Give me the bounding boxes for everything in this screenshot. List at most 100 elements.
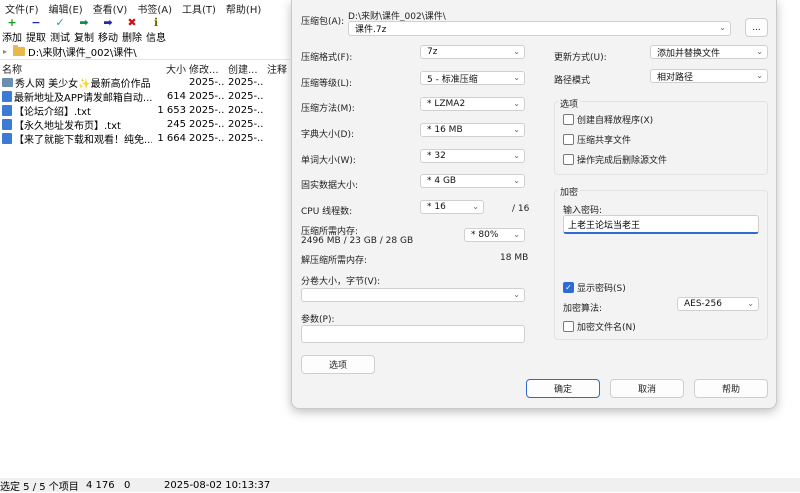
file-list-header: 名称 大小 修改... 创建... 注释 [0,61,290,75]
ok-button[interactable]: 确定 [526,379,600,398]
archive-label: 压缩包(A): [301,17,345,27]
test-button[interactable]: ✓ 测试 [48,16,72,45]
column-comment[interactable]: 注释 [264,61,290,75]
list-item[interactable]: 【论坛介绍】.txt 1 653 2025-... 2025-... [0,103,290,118]
column-created[interactable]: 创建... [225,61,264,75]
update-label: 更新方式(U): [554,53,607,63]
status-bar: 选定 5 / 5 个项目 4 176 0 2025-08-02 10:13:37 [0,478,800,493]
decomp-label: 解压缩所需内存: [301,256,368,266]
menu-help[interactable]: 帮助(H) [221,1,266,16]
solid-label: 固实数据大小: [301,181,359,191]
file-icon [2,90,12,102]
chevron-down-icon: ⌄ [756,71,763,80]
move-icon: ➡ [103,16,113,29]
delete-after-checkbox[interactable]: 操作完成后删除源文件 [563,153,667,166]
level-select[interactable]: 5 - 标准压缩 ⌄ [420,71,525,85]
chevron-down-icon: ⌄ [513,47,520,56]
file-list: 秀人网 美少女✨最新高价作品 2025-... 2025-... 最新地址及AP… [0,75,290,146]
file-modified: 2025-... [189,90,225,102]
checkbox-box [563,321,574,332]
list-item[interactable]: 【来了就能下载和观看！纯免... 1 664 2025-... 2025-... [0,131,290,146]
test-icon: ✓ [55,16,65,29]
word-select[interactable]: * 32 ⌄ [420,149,525,163]
cancel-button[interactable]: 取消 [610,379,684,398]
list-item[interactable]: 【永久地址发布页】.txt 245 2025-... 2025-... [0,117,290,132]
file-created: 2025-... [228,90,264,102]
browse-button[interactable]: ... [745,18,768,37]
extract-label: 提取 [26,33,46,44]
column-modified[interactable]: 修改... [186,61,225,75]
chevron-down-icon: ⌄ [756,47,763,56]
extract-icon: − [31,16,41,29]
info-label: 信息 [146,33,166,44]
mem-percent-select[interactable]: * 80% ⌄ [464,228,525,242]
archive-name-input[interactable]: 课件.7z ⌄ [348,21,731,36]
pathmode-select[interactable]: 相对路径 ⌄ [650,69,768,83]
file-size: 245 [166,118,186,130]
delete-icon: ✖ [127,16,137,29]
copy-label: 复制 [74,33,94,44]
help-button[interactable]: 帮助 [694,379,768,398]
split-select[interactable]: ⌄ [301,288,525,302]
file-size: 1 653 [157,104,186,116]
list-item[interactable]: 秀人网 美少女✨最新高价作品 2025-... 2025-... [0,75,290,90]
show-password-checkbox[interactable]: ✓ 显示密码(S) [563,281,626,294]
dict-select[interactable]: * 16 MB ⌄ [420,123,525,137]
column-size[interactable]: 大小 [152,61,186,75]
file-name: 秀人网 美少女✨最新高价作品 [15,78,151,90]
chevron-down-icon: ⌄ [719,23,726,32]
column-name[interactable]: 名称 [0,61,152,75]
options-button[interactable]: 选项 [301,355,375,374]
enc-method-select[interactable]: AES-256 ⌄ [677,297,759,311]
list-item[interactable]: 最新地址及APP请发邮箱自动... 614 2025-... 2025-... [0,89,290,104]
password-input[interactable]: 上老王论坛当老王 [563,215,759,234]
method-select[interactable]: * LZMA2 ⌄ [420,97,525,111]
encryption-group-title: 加密 [558,185,581,198]
pathmode-label: 路径模式 [554,76,591,86]
extract-button[interactable]: − 提取 [24,16,48,45]
add-to-archive-dialog: 压缩包(A): D:\来财\课件_002\课件\ 课件.7z ⌄ ... 压缩格式… [291,0,777,409]
info-icon: ℹ [153,16,159,29]
move-label: 移动 [98,33,118,44]
up-folder-icon[interactable]: ▸ [0,47,10,56]
address-bar[interactable]: ▸ D:\来财\课件_002\课件\ [0,44,290,60]
sfx-checkbox[interactable]: 创建自释放程序(X) [563,113,653,126]
menu-view[interactable]: 查看(V) [88,1,133,16]
solid-select[interactable]: * 4 GB ⌄ [420,174,525,188]
folder-icon [2,77,13,87]
update-select[interactable]: 添加并替换文件 ⌄ [650,45,768,59]
chevron-down-icon: ⌄ [513,125,520,134]
checkbox-box [563,154,574,165]
menu-edit[interactable]: 编辑(E) [44,1,88,16]
chevron-down-icon: ⌄ [513,151,520,160]
shared-files-checkbox[interactable]: 压缩共享文件 [563,133,631,146]
file-icon [2,118,12,130]
delete-button[interactable]: ✖ 删除 [120,16,144,45]
move-button[interactable]: ➡ 移动 [96,16,120,45]
file-created: 2025-... [228,104,264,116]
file-modified: 2025-... [189,132,225,144]
word-label: 单词大小(W): [301,156,356,166]
status-datetime: 2025-08-02 10:13:37 [164,479,271,491]
chevron-down-icon: ⌄ [513,99,520,108]
params-label: 参数(P): [301,315,335,325]
menu-file[interactable]: 文件(F) [0,1,44,16]
chevron-down-icon: ⌄ [513,73,520,82]
encrypt-names-checkbox[interactable]: 加密文件名(N) [563,320,636,333]
format-select[interactable]: 7z ⌄ [420,45,525,59]
method-label: 压缩方法(M): [301,104,355,114]
cpu-total: / 16 [512,204,530,214]
menu-tools[interactable]: 工具(T) [177,1,221,16]
add-icon: + [7,16,17,29]
level-label: 压缩等级(L): [301,79,353,89]
cpu-select[interactable]: * 16 ⌄ [420,200,484,214]
file-name: 【论坛介绍】.txt [14,106,91,118]
checkbox-box [563,134,574,145]
menu-bookmarks[interactable]: 书签(A) [132,1,177,16]
add-button[interactable]: + 添加 [0,16,24,45]
params-input[interactable] [301,325,525,343]
info-button[interactable]: ℹ 信息 [144,16,168,45]
chevron-down-icon: ⌄ [747,299,754,308]
file-modified: 2025-... [189,76,225,88]
copy-button[interactable]: ➡ 复制 [72,17,96,45]
